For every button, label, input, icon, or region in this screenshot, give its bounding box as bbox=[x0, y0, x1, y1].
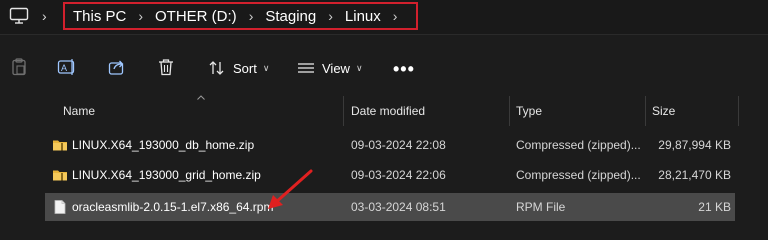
file-name: LINUX.X64_193000_grid_home.zip bbox=[72, 168, 261, 182]
paste-icon[interactable] bbox=[9, 57, 29, 77]
share-icon[interactable] bbox=[107, 57, 127, 77]
column-divider[interactable] bbox=[645, 96, 646, 126]
file-date-modified: 03-03-2024 08:51 bbox=[351, 200, 446, 214]
breadcrumb-staging[interactable]: Staging bbox=[265, 8, 316, 25]
breadcrumb-other-drive[interactable]: OTHER (D:) bbox=[155, 8, 237, 25]
file-type: Compressed (zipped)... bbox=[516, 138, 641, 152]
sort-icon bbox=[209, 61, 224, 75]
file-size: 29,87,994 KB bbox=[658, 138, 731, 152]
chevron-down-icon: ∨ bbox=[355, 62, 363, 73]
rename-icon[interactable]: A bbox=[57, 57, 77, 77]
breadcrumb: This PC › OTHER (D:) › Staging › Linux › bbox=[63, 2, 418, 30]
delete-icon[interactable] bbox=[156, 57, 176, 77]
file-row-selected[interactable]: oracleasmlib-2.0.15-1.el7.x86_64.rpm 03-… bbox=[45, 193, 735, 221]
view-icon bbox=[298, 63, 314, 73]
monitor-icon[interactable] bbox=[9, 7, 29, 25]
chevron-right-icon[interactable]: › bbox=[328, 8, 333, 24]
column-divider[interactable] bbox=[738, 96, 739, 126]
file-type: Compressed (zipped)... bbox=[516, 168, 641, 182]
file-name: oracleasmlib-2.0.15-1.el7.x86_64.rpm bbox=[72, 200, 274, 214]
view-label: View bbox=[322, 60, 350, 76]
chevron-right-icon[interactable]: › bbox=[393, 8, 398, 24]
address-bar: › This PC › OTHER (D:) › Staging › Linux… bbox=[0, 0, 768, 34]
column-header-name[interactable]: Name bbox=[63, 104, 95, 118]
chevron-right-icon[interactable]: › bbox=[249, 8, 254, 24]
zip-folder-icon bbox=[53, 140, 67, 151]
column-divider[interactable] bbox=[343, 96, 344, 126]
more-options-button[interactable]: ••• bbox=[393, 59, 415, 80]
file-row[interactable]: LINUX.X64_193000_grid_home.zip 09-03-202… bbox=[45, 161, 735, 189]
column-header-date-modified[interactable]: Date modified bbox=[351, 104, 425, 118]
view-button[interactable]: View ∨ bbox=[297, 57, 363, 79]
sort-button[interactable]: Sort ∨ bbox=[208, 57, 269, 79]
file-date-modified: 09-03-2024 22:08 bbox=[351, 138, 446, 152]
chevron-down-icon: ∨ bbox=[262, 62, 270, 73]
column-header-row: Name Date modified Type Size bbox=[0, 96, 768, 126]
file-name: LINUX.X64_193000_db_home.zip bbox=[72, 138, 255, 152]
column-divider[interactable] bbox=[509, 96, 510, 126]
breadcrumb-this-pc[interactable]: This PC bbox=[73, 8, 126, 25]
annotation-arrow-icon bbox=[268, 169, 313, 209]
zip-folder-icon bbox=[53, 170, 67, 181]
column-header-size[interactable]: Size bbox=[652, 104, 675, 118]
file-type: RPM File bbox=[516, 200, 566, 214]
file-row[interactable]: LINUX.X64_193000_db_home.zip 09-03-2024 … bbox=[45, 131, 735, 159]
file-size: 28,21,470 KB bbox=[658, 168, 731, 182]
file-date-modified: 09-03-2024 22:06 bbox=[351, 168, 446, 182]
breadcrumb-linux[interactable]: Linux bbox=[345, 8, 381, 25]
chevron-right-icon[interactable]: › bbox=[42, 9, 47, 23]
file-size: 21 KB bbox=[698, 200, 731, 214]
file-icon bbox=[54, 200, 66, 214]
svg-text:A: A bbox=[61, 63, 67, 73]
sort-label: Sort bbox=[233, 60, 257, 76]
column-header-type[interactable]: Type bbox=[516, 104, 542, 118]
chevron-right-icon[interactable]: › bbox=[138, 8, 143, 24]
